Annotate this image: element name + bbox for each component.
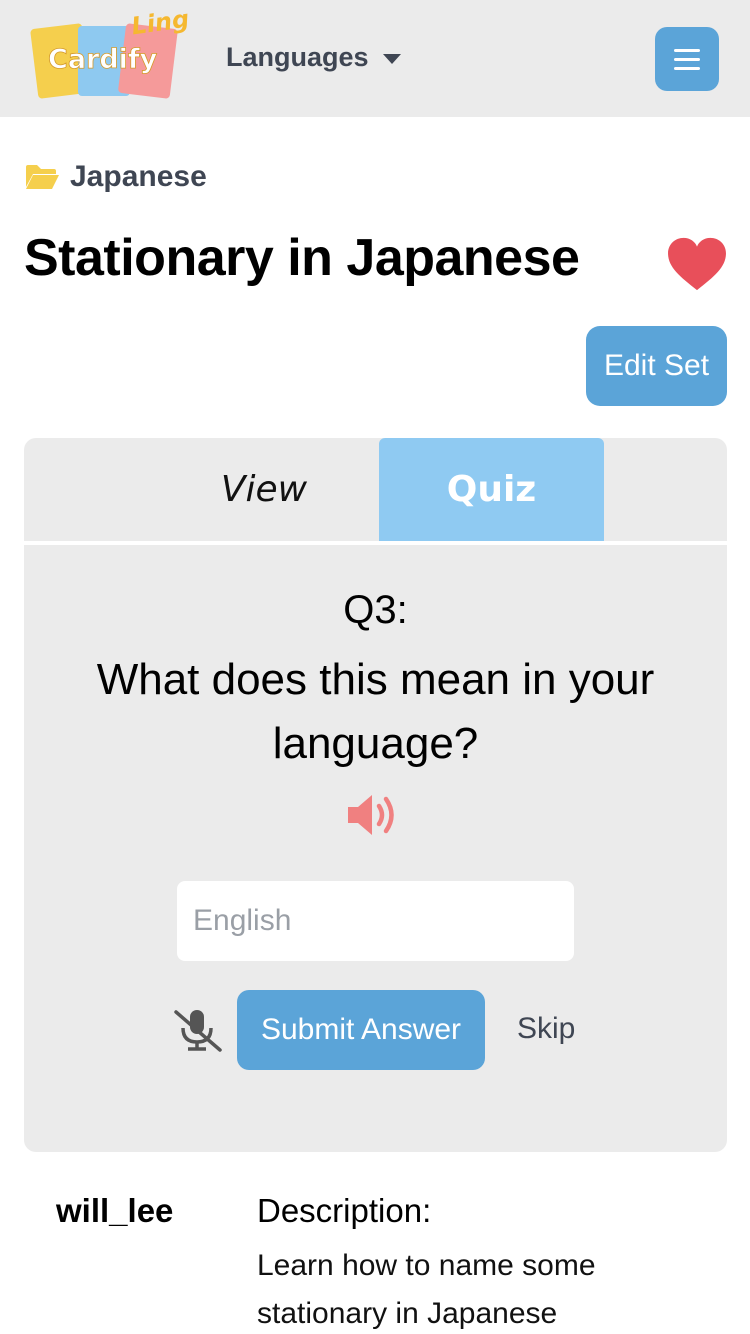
menu-bar-icon xyxy=(674,57,700,61)
tab-view[interactable]: View xyxy=(149,438,379,541)
caret-down-icon xyxy=(382,54,401,64)
tab-quiz[interactable]: Quiz xyxy=(379,438,604,541)
question-text: What does this mean in your language? xyxy=(96,655,655,768)
flashcard-panel: View Quiz Q3: What does this mean in you… xyxy=(24,438,727,1152)
submit-answer-button[interactable]: Submit Answer xyxy=(237,990,485,1070)
skip-link[interactable]: Skip xyxy=(517,1012,575,1046)
folder-open-icon xyxy=(26,165,59,189)
top-navbar: Lingo Cardify Languages xyxy=(0,0,750,117)
page-title: Stationary in Japanese xyxy=(24,229,580,287)
edit-set-button[interactable]: Edit Set xyxy=(586,326,727,406)
languages-dropdown[interactable]: Languages xyxy=(226,42,401,73)
breadcrumb-folder-label: Japanese xyxy=(70,160,207,193)
logo-text-lingo: Lingo xyxy=(130,10,190,40)
menu-bar-icon xyxy=(674,48,700,52)
breadcrumb[interactable]: Japanese xyxy=(24,160,207,194)
question-number: Q3: xyxy=(343,588,408,632)
speaker-volume-icon[interactable] xyxy=(346,791,402,839)
lingo-cardify-logo[interactable]: Lingo Cardify xyxy=(30,10,190,102)
tab-divider xyxy=(24,541,727,545)
favorite-heart-icon[interactable] xyxy=(666,236,728,292)
menu-bar-icon xyxy=(674,66,700,70)
microphone-muted-icon[interactable] xyxy=(172,1008,224,1052)
answer-input[interactable] xyxy=(177,881,574,961)
logo-text-cardify: Cardify xyxy=(48,44,158,75)
hamburger-menu-button[interactable] xyxy=(655,27,719,91)
description-label: Description: xyxy=(257,1192,432,1229)
author-name[interactable]: will_lee xyxy=(56,1192,173,1230)
description-text: Learn how to name some stationary in Jap… xyxy=(257,1249,596,1330)
languages-label: Languages xyxy=(226,42,369,72)
